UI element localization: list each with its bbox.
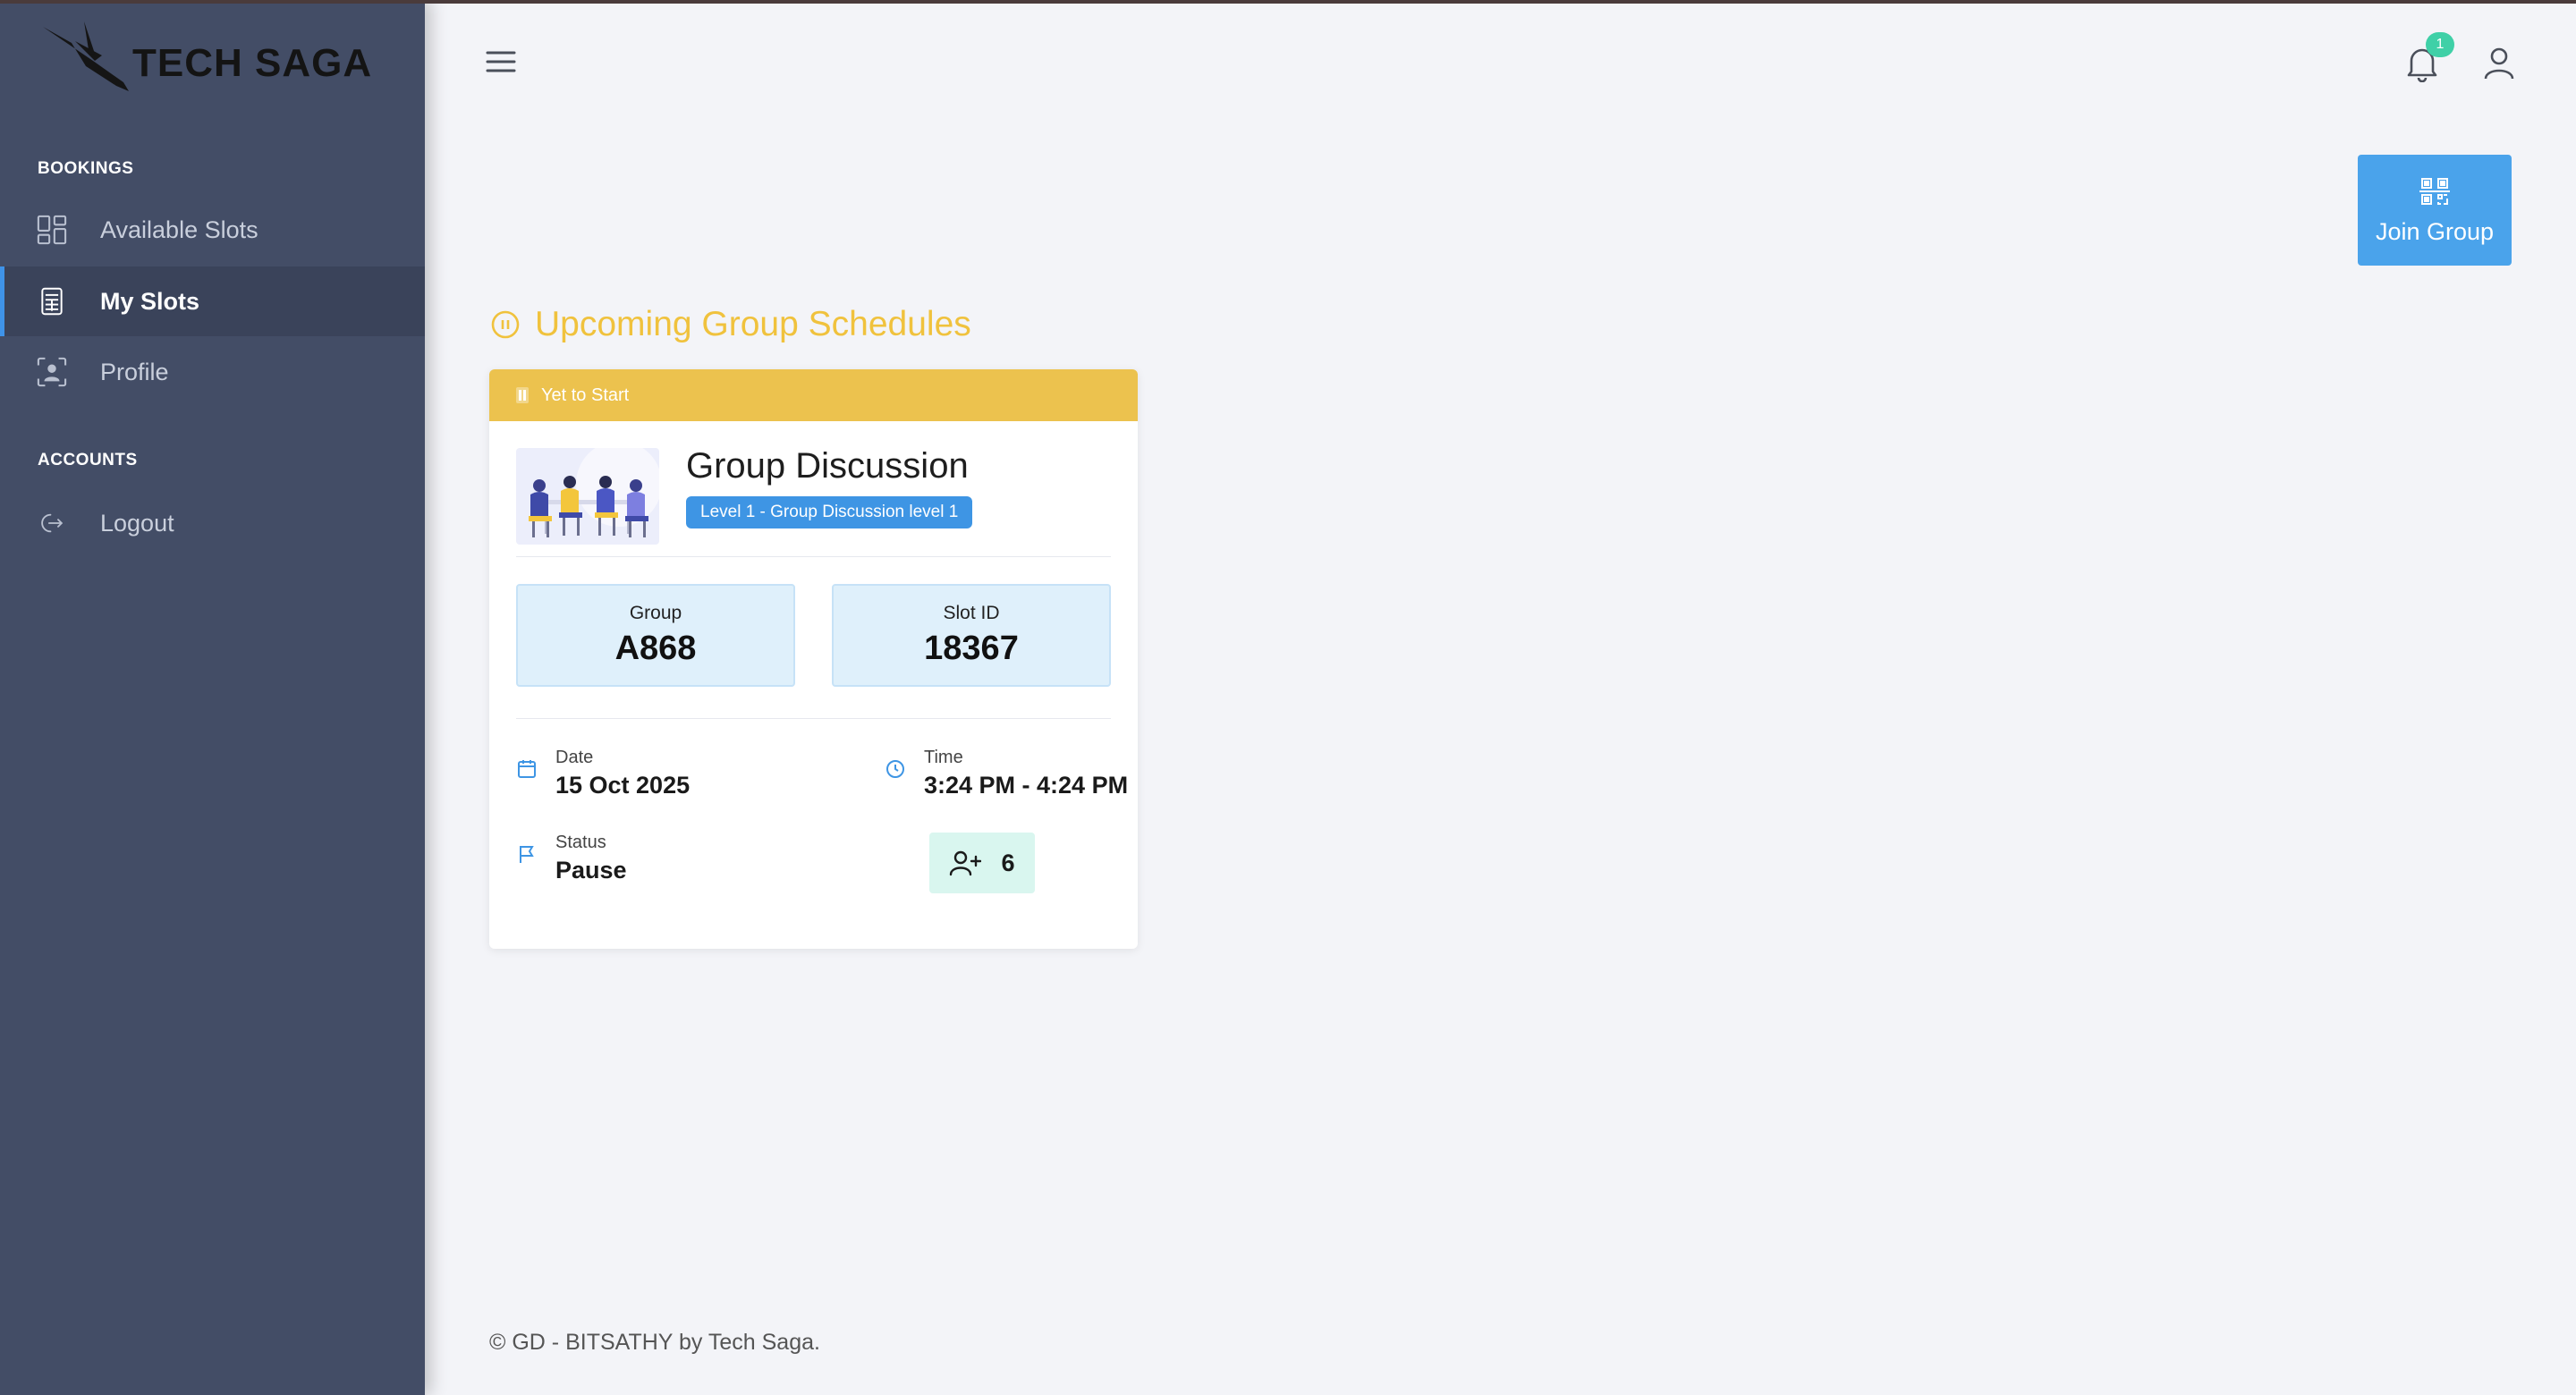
sidebar-item-label: Profile [100,358,169,385]
user-plus-icon [950,850,982,876]
card-title: Group Discussion [686,446,969,486]
sidebar-item-logout[interactable]: Logout [0,488,425,558]
members-count: 6 [1001,849,1015,876]
section-header-accounts: ACCOUNTS [38,451,138,469]
group-label: Group [629,603,682,623]
logo[interactable]: TECH SAGA [39,18,397,97]
time-detail: Time 3:24 PM - 4:24 PM [885,748,1128,799]
status-value: Pause [555,857,627,884]
slot-id-label: Slot ID [943,603,1000,623]
date-detail: Date 15 Oct 2025 [516,748,690,799]
sidebar-item-label: My Slots [100,287,200,315]
card-status-text: Yet to Start [541,385,630,405]
divider [516,556,1111,557]
logout-icon [36,507,68,539]
date-value: 15 Oct 2025 [555,772,691,799]
qr-code-icon [2419,177,2450,205]
bird-logo-icon [43,21,129,91]
join-group-label: Join Group [2375,217,2495,245]
status-detail: Status Pause [516,833,627,884]
user-icon [2484,47,2514,80]
members-count-button[interactable]: 6 [929,833,1035,893]
sidebar-item-available-slots[interactable]: Available Slots [0,195,425,265]
level-badge: Level 1 - Group Discussion level 1 [686,496,973,528]
date-label: Date [555,748,594,767]
time-label: Time [924,748,963,767]
flag-icon [520,846,534,863]
hamburger-menu-button[interactable] [485,48,517,75]
group-discussion-illustration [516,448,659,545]
slot-id-value: 18367 [924,630,1019,667]
section-title: Upcoming Group Schedules [490,302,971,347]
sidebar: TECH SAGA BOOKINGS Available Slots My Sl… [0,0,425,1395]
section-title-text: Upcoming Group Schedules [535,305,971,343]
clock-icon [886,760,904,778]
card-status-bar: Yet to Start [489,369,1138,421]
brand-name: TECH SAGA [132,41,373,85]
sidebar-item-label: Logout [100,509,174,537]
sidebar-item-label: Available Slots [100,216,258,243]
status-label: Status [555,833,606,852]
divider [516,718,1111,719]
top-border [0,0,2576,4]
notification-badge: 1 [2426,32,2454,57]
grid-icon [36,214,68,246]
footer-copyright: © GD - BITSATHY by Tech Saga. [489,1330,820,1355]
group-info-box: Group A868 [516,584,795,687]
user-menu-button[interactable] [2481,45,2517,82]
profile-scan-icon [36,356,68,388]
group-value: A868 [614,630,697,667]
join-group-button[interactable]: Join Group [2358,155,2512,266]
calendar-icon [518,760,536,778]
time-value: 3:24 PM - 4:24 PM [924,772,1129,799]
slot-id-info-box: Slot ID 18367 [832,584,1111,687]
pause-circle-icon [491,310,520,339]
pause-icon [516,387,529,403]
calculator-icon [36,285,68,317]
sidebar-item-profile[interactable]: Profile [0,337,425,407]
schedule-card[interactable]: Yet to Start Group Discussion Level 1 - … [489,369,1138,949]
section-header-bookings: BOOKINGS [38,159,134,178]
sidebar-item-my-slots[interactable]: My Slots [0,266,425,336]
hamburger-icon [486,51,516,72]
